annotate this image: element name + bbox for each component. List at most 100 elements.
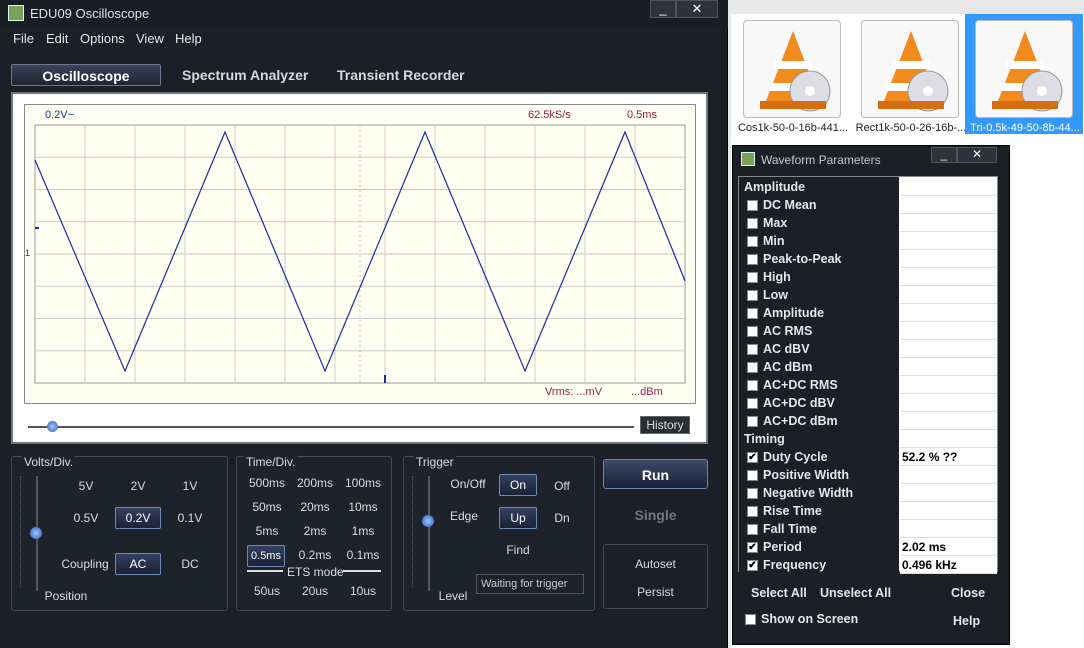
title-bar[interactable]: EDU09 Oscilloscope _ ✕	[0, 0, 728, 28]
unselect-all-button[interactable]: Unselect All	[820, 586, 891, 600]
wp-close-button[interactable]: ✕	[957, 147, 997, 163]
parameter-value	[900, 412, 997, 430]
parameter-checkbox[interactable]	[747, 200, 758, 211]
tab-spectrum-analyzer[interactable]: Spectrum Analyzer	[182, 64, 308, 86]
parameter-checkbox[interactable]	[747, 236, 758, 247]
parameter-checkbox[interactable]	[747, 380, 758, 391]
parameter-value	[900, 304, 997, 322]
trigger-off[interactable]: Off	[548, 479, 576, 493]
time-10us[interactable]: 10us	[344, 584, 382, 598]
parameter-label-cell: ✔ Period	[739, 538, 899, 556]
parameter-checkbox[interactable]: ✔	[747, 560, 758, 571]
sample-rate-readout: 62.5kS/s	[528, 109, 571, 121]
menu-help[interactable]: Help	[175, 31, 202, 46]
parameter-checkbox[interactable]	[747, 506, 758, 517]
volts-1v[interactable]: 1V	[174, 479, 206, 493]
parameter-row: Min	[739, 232, 999, 250]
time-50us[interactable]: 50us	[248, 584, 286, 598]
file-icon-cos1k[interactable]: Cos1k-50-0-16b-441...	[733, 14, 851, 134]
time-100ms[interactable]: 100ms	[344, 476, 382, 490]
section-header: Timing	[739, 430, 999, 448]
single-button[interactable]: Single	[603, 504, 708, 526]
parameter-checkbox[interactable]	[747, 326, 758, 337]
time-20us[interactable]: 20us	[296, 584, 334, 598]
parameter-value	[900, 394, 997, 412]
history-button[interactable]: History	[640, 416, 690, 434]
ets-mode-label: ETS mode	[287, 565, 344, 579]
time-0-2ms[interactable]: 0.2ms	[296, 548, 334, 562]
file-icon-tri0-5k[interactable]: Tri-0.5k-49-50-8b-44...	[965, 14, 1083, 134]
persist-button[interactable]: Persist	[603, 585, 708, 599]
file-caption: Rect1k-50-0-26-16b-...	[855, 122, 967, 134]
wp-title: Waveform Parameters	[761, 153, 881, 167]
time-1ms[interactable]: 1ms	[344, 524, 382, 538]
parameter-checkbox[interactable]	[747, 254, 758, 265]
parameter-checkbox[interactable]	[747, 308, 758, 319]
time-200ms[interactable]: 200ms	[296, 476, 334, 490]
wp-help-button[interactable]: Help	[953, 614, 980, 628]
parameter-checkbox[interactable]: ✔	[747, 542, 758, 553]
edge-up[interactable]: Up	[499, 507, 537, 529]
parameter-row: ✔ Frequency 0.496 kHz	[739, 556, 999, 574]
volts-0-2v[interactable]: 0.2V	[115, 507, 161, 529]
parameter-value: 52.2 % ??	[900, 448, 997, 466]
select-all-button[interactable]: Select All	[751, 586, 807, 600]
minimize-button[interactable]: _	[650, 0, 676, 18]
parameter-row: AC+DC dBm	[739, 412, 999, 430]
find-button[interactable]: Find	[500, 543, 536, 557]
menu-options[interactable]: Options	[80, 31, 125, 46]
volts-2v[interactable]: 2V	[122, 479, 154, 493]
time-50ms[interactable]: 50ms	[248, 500, 286, 514]
parameter-checkbox[interactable]	[747, 290, 758, 301]
volts-5v[interactable]: 5V	[70, 479, 102, 493]
time-10ms[interactable]: 10ms	[344, 500, 382, 514]
wp-close-text-button[interactable]: Close	[951, 586, 985, 600]
volts-0-1v[interactable]: 0.1V	[174, 511, 206, 525]
time-5ms[interactable]: 5ms	[248, 524, 286, 538]
menu-view[interactable]: View	[136, 31, 164, 46]
parameter-checkbox[interactable]	[747, 416, 758, 427]
edge-dn[interactable]: Dn	[548, 511, 576, 525]
parameter-value	[900, 358, 997, 376]
tab-oscilloscope[interactable]: Oscilloscope	[11, 64, 161, 86]
parameter-value	[900, 268, 997, 286]
parameter-label: Min	[763, 234, 785, 248]
level-slider-track[interactable]	[428, 476, 430, 591]
trigger-on[interactable]: On	[499, 474, 537, 496]
parameter-label: Amplitude	[763, 306, 825, 320]
parameter-row: Negative Width	[739, 484, 999, 502]
time-0-5ms[interactable]: 0.5ms	[247, 545, 285, 567]
parameter-value	[900, 232, 997, 250]
run-button[interactable]: Run	[603, 459, 708, 489]
coupling-ac[interactable]: AC	[115, 553, 161, 575]
time-500ms[interactable]: 500ms	[248, 476, 286, 490]
position-slider-thumb[interactable]	[30, 527, 42, 539]
parameter-checkbox[interactable]	[747, 218, 758, 229]
time-20ms[interactable]: 20ms	[296, 500, 334, 514]
menu-edit[interactable]: Edit	[46, 31, 68, 46]
parameter-checkbox[interactable]	[747, 362, 758, 373]
parameter-checkbox[interactable]	[747, 524, 758, 535]
close-button[interactable]: ✕	[676, 0, 718, 18]
time-0-1ms[interactable]: 0.1ms	[344, 548, 382, 562]
parameter-label-cell: Positive Width	[739, 466, 899, 484]
wp-minimize-button[interactable]: _	[931, 147, 957, 163]
show-on-screen-checkbox[interactable]	[745, 614, 756, 625]
parameter-checkbox[interactable]	[747, 470, 758, 481]
history-slider-track[interactable]	[28, 426, 634, 428]
parameter-checkbox[interactable]	[747, 398, 758, 409]
coupling-dc[interactable]: DC	[174, 557, 206, 571]
time-2ms[interactable]: 2ms	[296, 524, 334, 538]
autoset-button[interactable]: Autoset	[603, 557, 708, 571]
file-caption: Cos1k-50-0-16b-441...	[737, 122, 849, 134]
volts-0-5v[interactable]: 0.5V	[70, 511, 102, 525]
file-icon-rect1k[interactable]: Rect1k-50-0-26-16b-...	[851, 14, 969, 134]
menu-file[interactable]: File	[13, 31, 34, 46]
level-slider-thumb[interactable]	[422, 515, 434, 527]
history-slider-thumb[interactable]	[47, 421, 58, 432]
parameter-checkbox[interactable]	[747, 344, 758, 355]
parameter-checkbox[interactable]	[747, 272, 758, 283]
tab-transient-recorder[interactable]: Transient Recorder	[337, 64, 465, 86]
parameter-checkbox[interactable]: ✔	[747, 452, 758, 463]
parameter-checkbox[interactable]	[747, 488, 758, 499]
